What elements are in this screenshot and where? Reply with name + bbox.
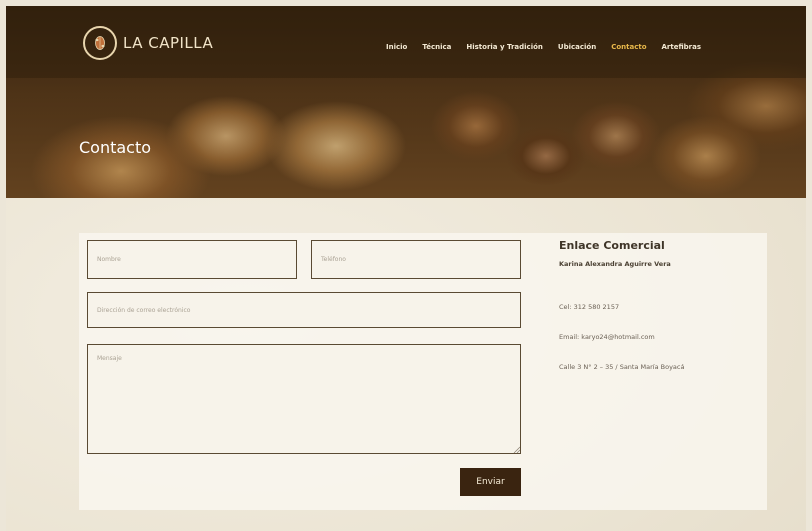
page-title: Contacto bbox=[79, 138, 152, 157]
submit-button[interactable]: Enviar bbox=[460, 468, 521, 496]
contact-email[interactable]: Email: karyo24@hotmail.com bbox=[559, 333, 655, 341]
page-frame: LA CAPILLA Inicio Técnica Historia y Tra… bbox=[6, 6, 806, 531]
nav-item-tecnica[interactable]: Técnica bbox=[422, 43, 451, 51]
name-field[interactable] bbox=[87, 240, 297, 279]
message-field[interactable] bbox=[87, 344, 521, 454]
phone-field[interactable] bbox=[311, 240, 521, 279]
nav-item-historia[interactable]: Historia y Tradición bbox=[466, 43, 543, 51]
nav-item-contacto[interactable]: Contacto bbox=[611, 43, 646, 51]
cacao-pod-icon bbox=[83, 26, 117, 60]
top-navbar: LA CAPILLA Inicio Técnica Historia y Tra… bbox=[6, 6, 806, 78]
contact-phone: Cel: 312 580 2157 bbox=[559, 303, 620, 311]
nav-item-ubicacion[interactable]: Ubicación bbox=[558, 43, 596, 51]
email-field[interactable] bbox=[87, 292, 521, 328]
contact-info-title: Enlace Comercial bbox=[559, 239, 665, 252]
contact-name: Karina Alexandra Aguirre Vera bbox=[559, 260, 671, 268]
resize-grip-icon[interactable] bbox=[513, 446, 520, 453]
contact-info: Enlace Comercial Karina Alexandra Aguirr… bbox=[559, 239, 759, 371]
nav-item-inicio[interactable]: Inicio bbox=[386, 43, 407, 51]
brand-name: LA CAPILLA bbox=[123, 34, 214, 52]
brand-logo[interactable]: LA CAPILLA bbox=[83, 26, 213, 60]
contact-address: Calle 3 N° 2 – 35 / Santa María Boyacá bbox=[559, 363, 685, 371]
main-nav: Inicio Técnica Historia y Tradición Ubic… bbox=[386, 43, 716, 51]
nav-item-artefibras[interactable]: Artefibras bbox=[662, 43, 702, 51]
